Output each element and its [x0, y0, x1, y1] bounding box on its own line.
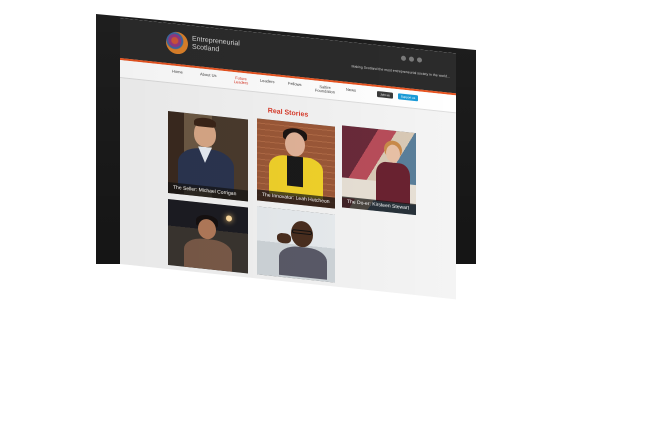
story-card[interactable]: The Do-er: Kirsteen Stewart: [342, 125, 416, 216]
logo-icon[interactable]: [166, 30, 188, 56]
story-photo: [257, 206, 335, 283]
support-us-button[interactable]: Support us: [398, 93, 418, 102]
nav-item-leaders[interactable]: Leaders: [260, 78, 274, 85]
story-card[interactable]: The Innovator: Leah Hutcheon: [257, 118, 335, 209]
story-photo: [168, 199, 248, 274]
linkedin-icon[interactable]: [417, 57, 422, 63]
story-card[interactable]: [168, 199, 248, 274]
story-card[interactable]: The Seller: Michael Corrigan: [168, 111, 248, 202]
nav-item-news[interactable]: News: [346, 87, 356, 93]
story-card[interactable]: [257, 206, 335, 283]
nav-item-home[interactable]: Home: [172, 68, 183, 74]
tagline: Making Scotland the most entrepreneurial…: [351, 64, 450, 79]
facebook-icon[interactable]: [401, 55, 406, 62]
nav-item-future-leaders[interactable]: Future Leaders: [232, 75, 250, 86]
nav-item-saltire-foundation[interactable]: Saltire Foundation: [314, 84, 336, 95]
website-screen: Entrepreneurial Scotland Making Scotland…: [120, 18, 456, 300]
nav-item-about-us[interactable]: About Us: [200, 71, 216, 78]
join-us-button[interactable]: Join us: [377, 91, 393, 99]
logo-text[interactable]: Entrepreneurial Scotland: [192, 36, 252, 58]
scene: Entrepreneurial Scotland Making Scotland…: [0, 0, 647, 431]
social-links: [401, 55, 422, 63]
twitter-icon[interactable]: [409, 56, 414, 62]
nav-item-fellows[interactable]: Fellows: [288, 81, 302, 87]
